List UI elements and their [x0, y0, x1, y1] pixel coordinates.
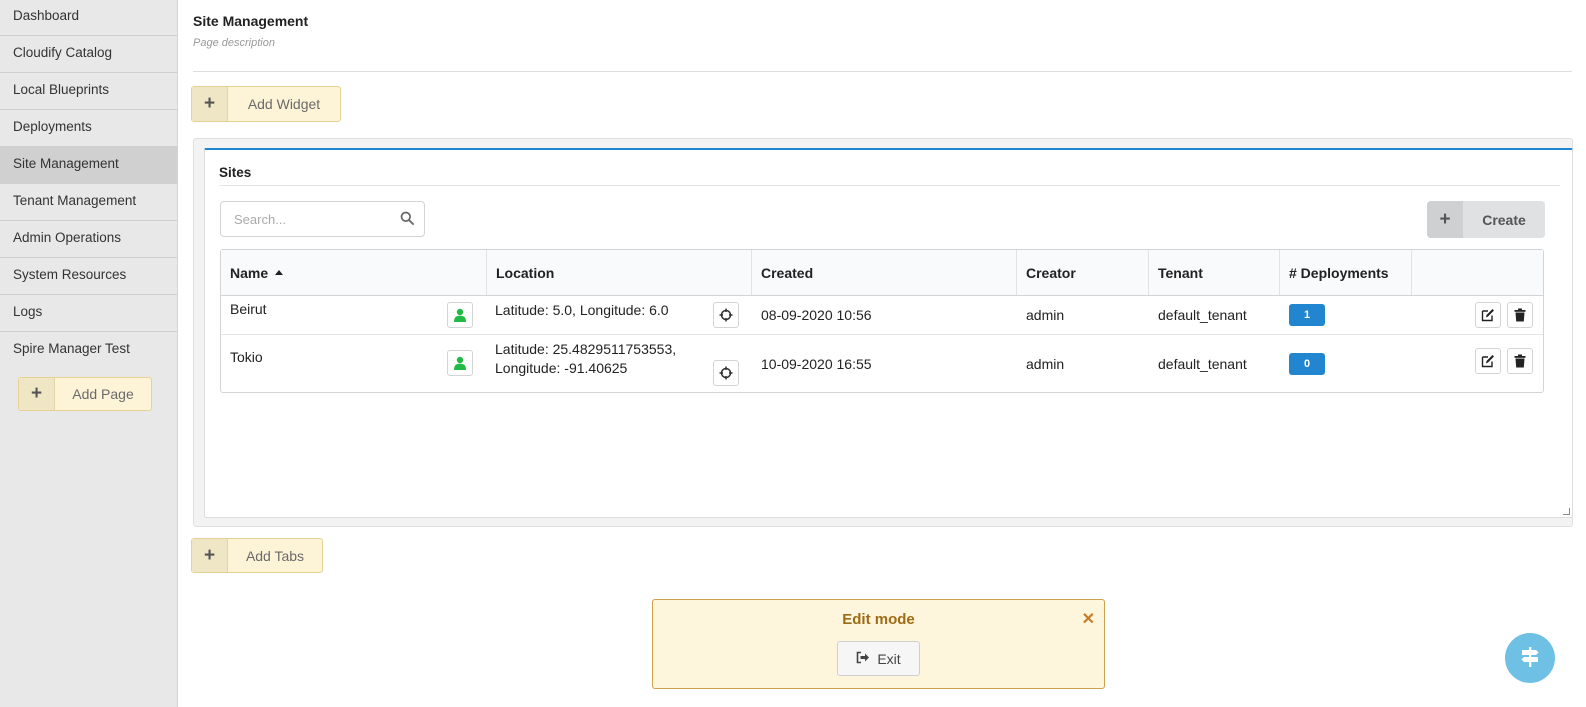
cell-location: Latitude: 5.0, Longitude: 6.0 [487, 296, 752, 334]
create-label: Create [1482, 211, 1526, 228]
plus-icon: + [192, 87, 228, 121]
page-title: Site Management [193, 13, 309, 29]
sidebar-item-local-blueprints[interactable]: Local Blueprints [0, 73, 177, 110]
crosshairs-icon[interactable] [713, 360, 739, 386]
edit-icon[interactable] [1475, 348, 1501, 374]
sites-widget: Sites + Create Name Location [204, 148, 1573, 518]
cell-created: 08-09-2020 10:56 [761, 307, 872, 323]
cell-deployments: 1 [1280, 296, 1412, 334]
search-box [220, 201, 425, 237]
exit-label: Exit [877, 650, 901, 667]
search-icon [400, 211, 414, 228]
deployments-count-badge[interactable]: 1 [1289, 304, 1325, 326]
cell-tenant: default_tenant [1158, 355, 1247, 372]
widget-title: Sites [219, 165, 252, 180]
edit-icon[interactable] [1475, 302, 1501, 328]
sidebar-item-deployments[interactable]: Deployments [0, 110, 177, 147]
plus-icon: + [192, 539, 228, 572]
add-tabs-label: Add Tabs [245, 547, 305, 564]
table-row[interactable]: Tokio Latitude: 25.4829511753553, Longit… [221, 335, 1543, 392]
cell-creator: admin [1026, 307, 1065, 323]
cell-location: Latitude: 25.4829511753553, Longitude: -… [487, 335, 752, 392]
column-header-tenant[interactable]: Tenant [1149, 250, 1280, 295]
column-header-location[interactable]: Location [487, 250, 752, 295]
sidebar-item-system-resources[interactable]: System Resources [0, 258, 177, 295]
sign-out-icon [856, 651, 870, 667]
deployments-count-badge[interactable]: 0 [1289, 352, 1325, 375]
site-location: Latitude: 25.4829511753553, Longitude: -… [495, 341, 677, 376]
cell-tenant: default_tenant [1158, 307, 1247, 323]
search-input[interactable] [234, 211, 400, 227]
add-page-button[interactable]: + Add Page [18, 377, 152, 411]
column-header-created[interactable]: Created [752, 250, 1017, 295]
cell-actions [1412, 296, 1543, 334]
cell-created: 10-09-2020 16:55 [761, 355, 872, 372]
plus-icon: + [1427, 201, 1463, 238]
user-icon[interactable] [447, 350, 473, 376]
edit-mode-panel: Edit mode ✕ Exit [652, 599, 1105, 689]
column-header-actions [1412, 250, 1543, 295]
signpost-icon [1518, 645, 1542, 672]
page-description[interactable]: Page description [193, 37, 275, 49]
plus-icon: + [19, 378, 55, 410]
trash-icon[interactable] [1507, 302, 1533, 328]
site-name: Beirut [230, 301, 267, 317]
cell-name: Beirut [221, 296, 487, 334]
sites-table: Name Location Created Creator Tenant # D… [220, 249, 1544, 393]
column-header-creator[interactable]: Creator [1017, 250, 1149, 295]
cell-deployments: 0 [1280, 335, 1412, 392]
sidebar-item-site-management[interactable]: Site Management [0, 147, 177, 184]
trash-icon[interactable] [1507, 348, 1533, 374]
widgets-area: Sites + Create Name Location [193, 138, 1573, 527]
exit-button[interactable]: Exit [837, 641, 920, 676]
title-divider [193, 71, 1572, 72]
sort-ascending-icon [275, 270, 284, 275]
add-widget-label: Add Widget [247, 96, 321, 112]
signpost-fab-button[interactable] [1505, 633, 1555, 683]
add-tabs-button[interactable]: + Add Tabs [191, 538, 323, 573]
column-header-name[interactable]: Name [221, 250, 487, 295]
sidebar-item-logs[interactable]: Logs [0, 295, 177, 332]
add-page-label: Add Page [72, 386, 134, 402]
user-icon[interactable] [447, 302, 473, 328]
site-location: Latitude: 5.0, Longitude: 6.0 [495, 302, 669, 318]
add-widget-button[interactable]: + Add Widget [191, 86, 341, 122]
site-name: Tokio [230, 349, 263, 365]
cell-name: Tokio [221, 335, 487, 392]
close-icon[interactable]: ✕ [1082, 609, 1095, 629]
cell-actions [1412, 335, 1543, 392]
sidebar-item-tenant-management[interactable]: Tenant Management [0, 184, 177, 221]
table-header-row: Name Location Created Creator Tenant # D… [221, 250, 1543, 296]
cell-creator: admin [1026, 355, 1065, 372]
widget-title-divider [219, 185, 1560, 186]
table-row[interactable]: Beirut Latitude: 5.0, Longitude: 6.0 08-… [221, 296, 1543, 335]
column-header-name-label: Name [230, 264, 269, 281]
create-button[interactable]: + Create [1427, 201, 1545, 238]
sidebar-item-dashboard[interactable]: Dashboard [0, 0, 177, 36]
widget-resize-handle[interactable] [1563, 508, 1570, 515]
crosshairs-icon[interactable] [713, 302, 739, 328]
sidebar-item-spire-manager-test[interactable]: Spire Manager Test [0, 332, 177, 369]
sidebar-item-cloudify-catalog[interactable]: Cloudify Catalog [0, 36, 177, 73]
column-header-deployments[interactable]: # Deployments [1280, 250, 1412, 295]
edit-mode-title: Edit mode [842, 611, 915, 628]
sidebar-item-admin-operations[interactable]: Admin Operations [0, 221, 177, 258]
sidebar: Dashboard Cloudify Catalog Local Bluepri… [0, 0, 178, 707]
